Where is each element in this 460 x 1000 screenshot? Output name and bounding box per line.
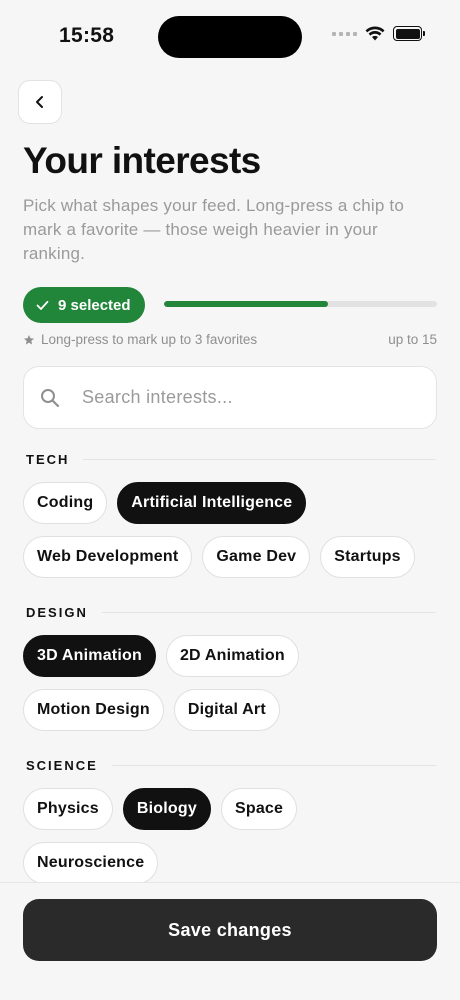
section-label: DESIGN bbox=[26, 605, 88, 620]
interest-chip-2d-animation[interactable]: 2D Animation bbox=[165, 635, 299, 677]
save-changes-button[interactable]: Save changes bbox=[23, 899, 437, 961]
interest-chip-web-development[interactable]: Web Development bbox=[23, 536, 193, 578]
selection-limit-label: up to 15 bbox=[388, 332, 437, 347]
chip-row: Coding Artificial Intelligence bbox=[23, 482, 307, 524]
search-icon bbox=[41, 388, 60, 407]
interest-chip-artificial-intelligence[interactable]: Artificial Intelligence bbox=[117, 482, 307, 524]
selected-count-label: 9 selected bbox=[58, 296, 131, 314]
section-label: TECH bbox=[26, 452, 70, 467]
section-header-tech: TECH bbox=[26, 452, 436, 467]
check-icon bbox=[36, 300, 49, 310]
favorites-hint-row: Long-press to mark up to 3 favorites up … bbox=[23, 332, 437, 347]
section-header-science: SCIENCE bbox=[26, 758, 436, 773]
chip-row: Web Development Game Dev Startups bbox=[23, 536, 415, 578]
section-header-design: DESIGN bbox=[26, 605, 436, 620]
back-chevron-icon bbox=[36, 96, 43, 108]
section-label: SCIENCE bbox=[26, 758, 98, 773]
chip-row: Neuroscience bbox=[23, 842, 159, 884]
signal-icon bbox=[332, 31, 357, 36]
status-time: 15:58 bbox=[59, 24, 115, 47]
chip-row: Physics Biology Space bbox=[23, 788, 298, 830]
search-box[interactable] bbox=[23, 366, 437, 429]
interest-chip-neuroscience[interactable]: Neuroscience bbox=[23, 842, 159, 884]
chip-row: 3D Animation 2D Animation bbox=[23, 635, 299, 677]
status-icons bbox=[332, 26, 425, 41]
star-icon bbox=[24, 334, 34, 344]
chip-row: Motion Design Digital Art bbox=[23, 689, 280, 731]
interest-chip-biology[interactable]: Biology bbox=[122, 788, 211, 830]
selection-progress-bar bbox=[164, 301, 437, 307]
selected-count-badge: 9 selected bbox=[23, 287, 145, 323]
dynamic-island bbox=[158, 16, 302, 58]
wifi-icon bbox=[365, 26, 385, 41]
page-title: Your interests bbox=[23, 140, 261, 181]
interest-chip-game-dev[interactable]: Game Dev bbox=[202, 536, 311, 578]
back-button[interactable] bbox=[18, 80, 62, 124]
interest-chip-motion-design[interactable]: Motion Design bbox=[23, 689, 164, 731]
search-input[interactable] bbox=[82, 387, 382, 408]
interest-chip-space[interactable]: Space bbox=[220, 788, 298, 830]
interest-chip-startups[interactable]: Startups bbox=[320, 536, 415, 578]
section-divider bbox=[111, 765, 436, 766]
selection-progress-fill bbox=[164, 301, 328, 307]
section-divider bbox=[83, 459, 436, 460]
status-bar: 15:58 bbox=[0, 0, 460, 74]
interest-chip-digital-art[interactable]: Digital Art bbox=[173, 689, 280, 731]
section-divider bbox=[101, 612, 436, 613]
interest-chip-3d-animation[interactable]: 3D Animation bbox=[23, 635, 156, 677]
favorites-hint: Long-press to mark up to 3 favorites bbox=[41, 332, 258, 347]
battery-icon bbox=[393, 26, 425, 41]
bottom-action-bar: Save changes bbox=[0, 882, 460, 1000]
interest-chip-physics[interactable]: Physics bbox=[23, 788, 113, 830]
page-subtitle: Pick what shapes your feed. Long-press a… bbox=[23, 196, 404, 263]
interest-chip-coding[interactable]: Coding bbox=[23, 482, 108, 524]
